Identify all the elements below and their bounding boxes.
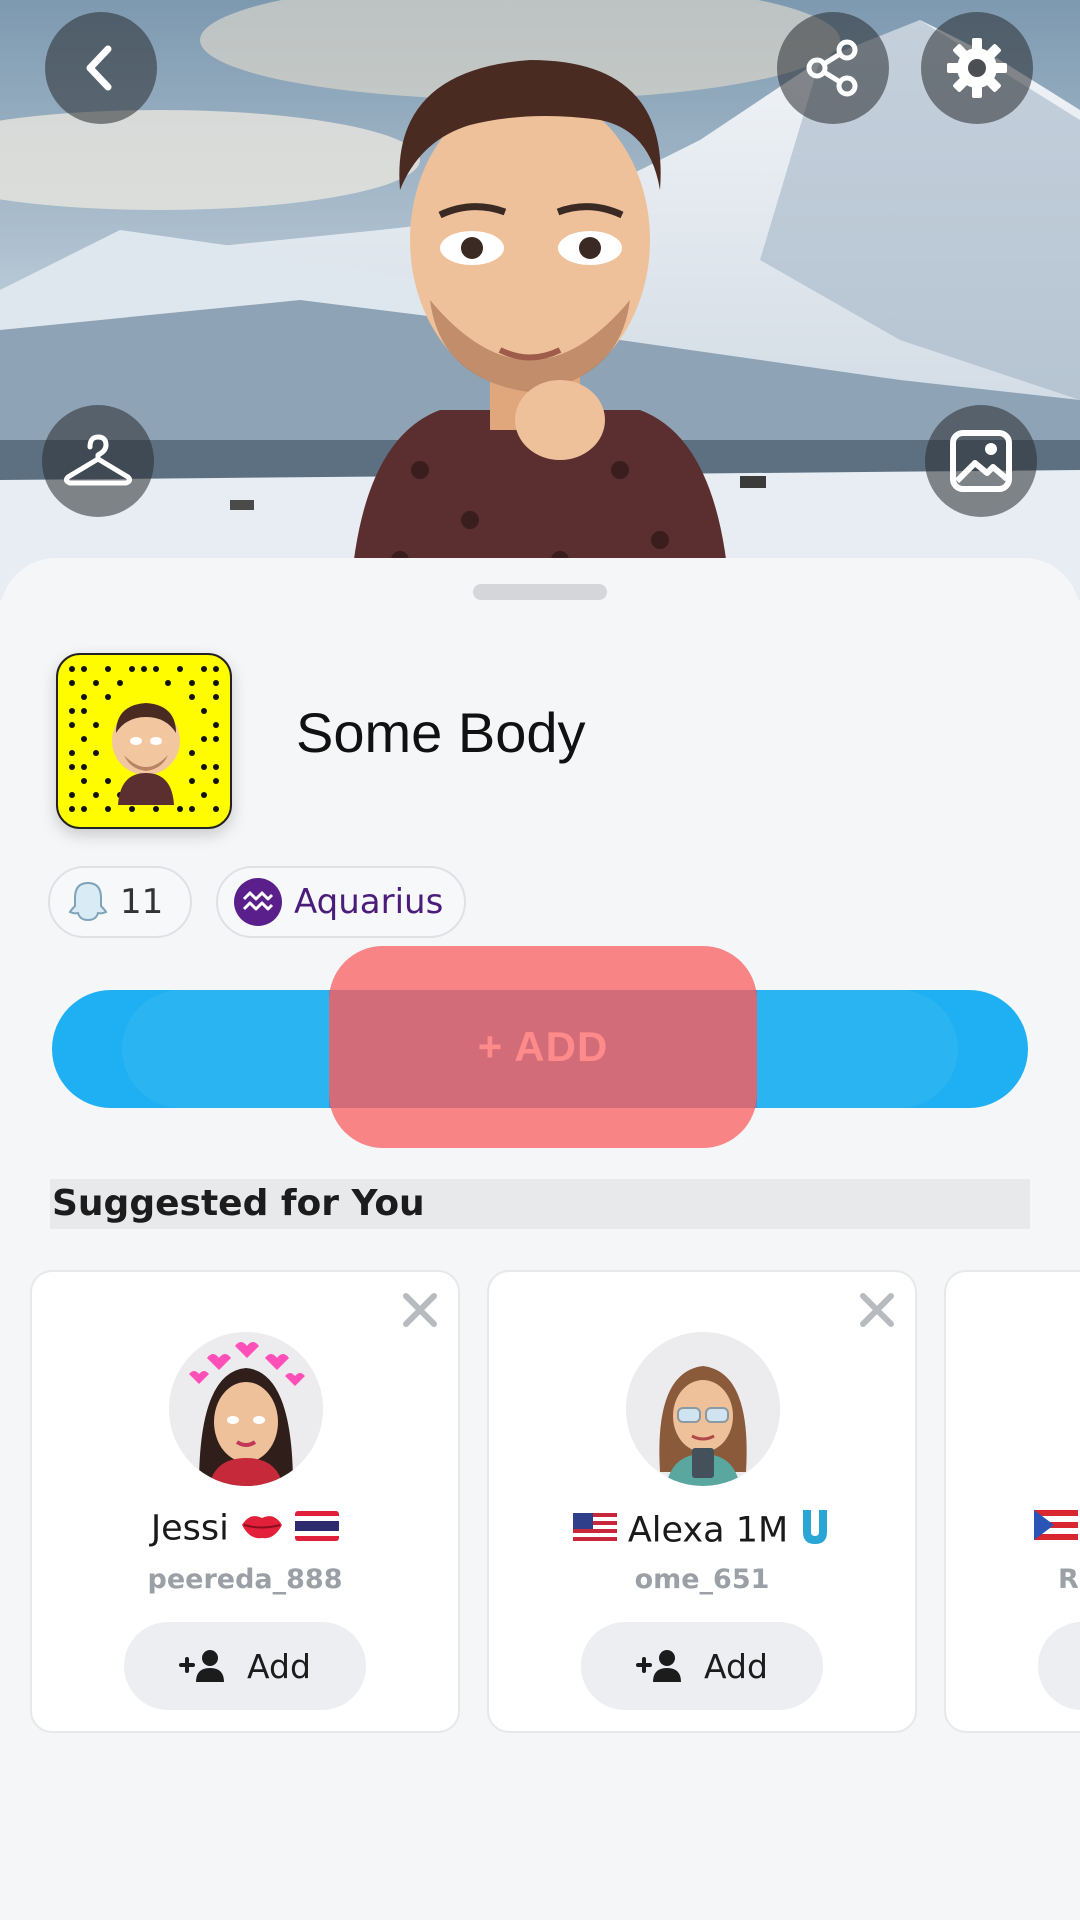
suggested-section-title: Suggested for You — [50, 1179, 1030, 1229]
thailand-flag-icon — [295, 1510, 340, 1550]
avatar[interactable] — [626, 1332, 780, 1486]
add-suggestion-button[interactable] — [1038, 1622, 1080, 1710]
snap-score: 11 — [120, 882, 164, 922]
add-friend-icon — [636, 1650, 682, 1682]
zodiac-pill[interactable]: Aquarius — [216, 866, 466, 938]
hanger-icon — [63, 434, 133, 486]
outfit-button[interactable] — [42, 405, 154, 517]
snapcode[interactable] — [56, 653, 232, 829]
suggestion-name: Alexa 1M — [489, 1508, 915, 1555]
zodiac-label: Aquarius — [294, 882, 444, 922]
add-suggestion-button[interactable]: Add — [581, 1622, 823, 1710]
avatar[interactable] — [169, 1332, 323, 1486]
back-button[interactable] — [45, 12, 157, 124]
profile-screen: Some Body 11 Aquarius + ADD Suggested fo… — [0, 0, 1080, 1920]
us-flag-icon — [572, 1512, 617, 1552]
mountain-background — [0, 0, 1080, 600]
suggestion-username: ome_651 — [634, 1564, 770, 1595]
share-icon — [806, 39, 858, 97]
sheet-grabber[interactable] — [473, 584, 607, 600]
suggestion-card[interactable]: R — [944, 1270, 1080, 1733]
lips-emoji — [240, 1508, 284, 1551]
snap-score-pill[interactable]: 11 — [48, 866, 192, 938]
close-icon[interactable] — [398, 1288, 442, 1332]
profile-sheet: Some Body 11 Aquarius + ADD Suggested fo… — [0, 558, 1080, 1920]
gear-icon — [947, 38, 1007, 98]
suggestion-card[interactable]: Alexa 1M ome_651 Add — [487, 1270, 917, 1733]
close-icon[interactable] — [855, 1288, 899, 1332]
aquarius-icon — [234, 878, 282, 926]
back-icon — [86, 45, 112, 91]
add-suggestion-button[interactable]: Add — [124, 1622, 366, 1710]
add-friend-button[interactable]: + ADD — [329, 946, 757, 1148]
settings-button[interactable] — [921, 12, 1033, 124]
background-button[interactable] — [925, 405, 1037, 517]
suggestion-username: peereda_888 — [147, 1564, 343, 1595]
add-friend-label: + ADD — [477, 1023, 609, 1070]
suggestion-card[interactable]: Jessi peereda_888 Add — [30, 1270, 460, 1733]
suggestion-username: R — [1058, 1564, 1079, 1595]
puerto-rico-flag-icon — [1034, 1509, 1078, 1549]
profile-header-scene — [0, 0, 1080, 600]
ghost-icon — [68, 881, 108, 922]
suggestion-name — [1034, 1508, 1078, 1549]
add-friend-icon — [179, 1650, 225, 1682]
share-button[interactable] — [777, 12, 889, 124]
u-badge-icon — [799, 1508, 831, 1555]
gallery-icon — [950, 430, 1012, 492]
suggestion-name: Jessi — [32, 1508, 458, 1551]
snapcode-pattern — [69, 666, 219, 812]
display-name: Some Body — [296, 701, 586, 764]
